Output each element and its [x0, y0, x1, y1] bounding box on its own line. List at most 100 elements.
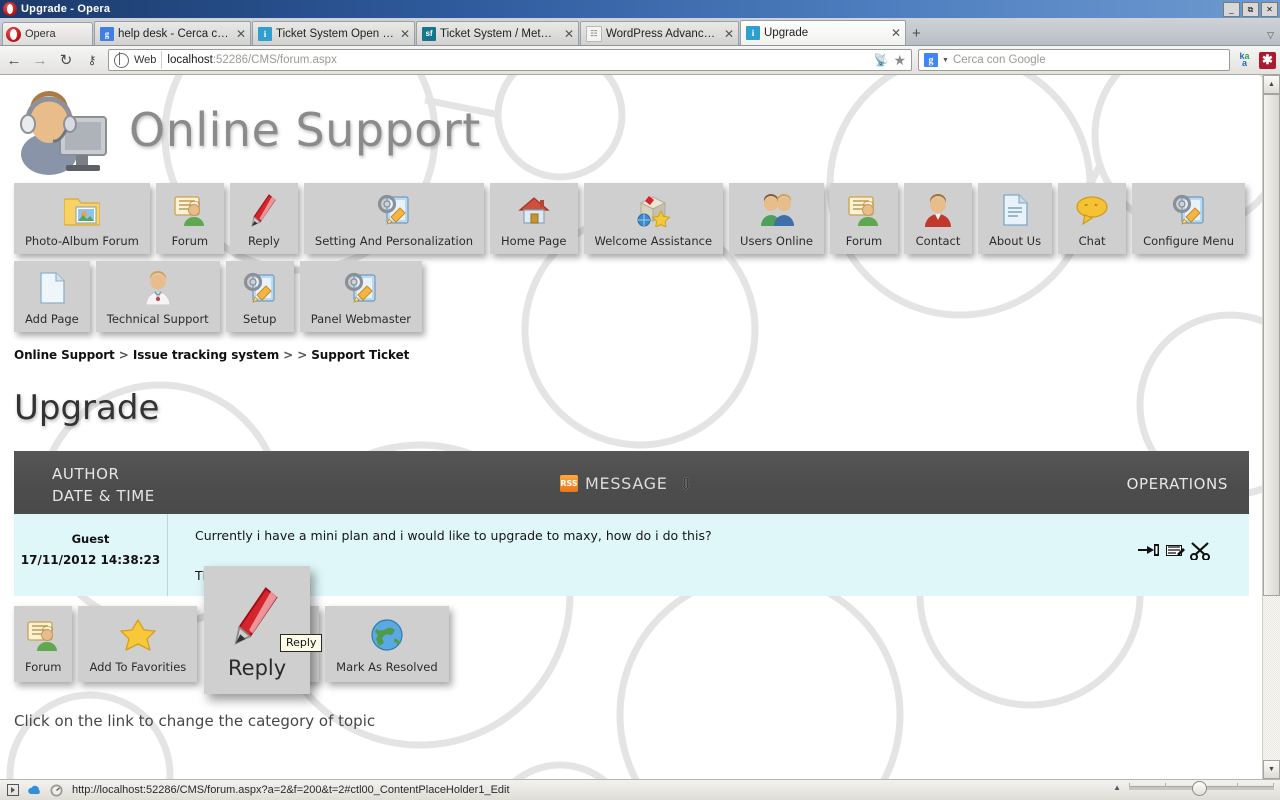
- menu-item-about-us[interactable]: About Us: [978, 183, 1053, 254]
- url-host: localhost: [167, 54, 213, 66]
- menu-item-forum-2[interactable]: Forum: [830, 183, 898, 254]
- edit-post-icon[interactable]: [1165, 542, 1185, 563]
- menu-item-technical-support[interactable]: Technical Support: [95, 261, 220, 332]
- tab-ticket-system-metadata[interactable]: sf Ticket System / Metadata ✕: [416, 21, 579, 45]
- divider: [161, 51, 163, 69]
- breadcrumb-item-1[interactable]: Issue tracking system: [133, 348, 279, 362]
- tab-label: Ticket System / Metadata: [440, 27, 558, 40]
- speech-bubble-icon: “ ”: [1075, 191, 1109, 229]
- search-input[interactable]: Cerca con Google: [953, 54, 1046, 66]
- page-title: Online Support: [129, 103, 481, 157]
- tab-label: WordPress Advanced Tic...: [606, 27, 718, 40]
- action-button-add-to-favorities[interactable]: Add To Favorities: [78, 606, 198, 682]
- close-icon[interactable]: ✕: [724, 27, 734, 41]
- menu-item-chat[interactable]: “ ” Chat: [1058, 183, 1127, 254]
- svg-text:“: “: [1084, 203, 1088, 212]
- opera-menu-button[interactable]: Opera: [2, 22, 93, 45]
- opera-link-icon[interactable]: [28, 784, 41, 797]
- scroll-up-button[interactable]: ▲: [1263, 75, 1280, 94]
- search-box[interactable]: g ▼ Cerca con Google: [918, 49, 1230, 71]
- house-icon: [517, 191, 551, 229]
- url-path: :52286/CMS/forum.aspx: [212, 54, 337, 66]
- forum-person-icon: [847, 191, 881, 229]
- restore-button[interactable]: ⧉: [1242, 2, 1259, 17]
- opera-logo-icon: [6, 26, 21, 42]
- breadcrumb-separator: >: [297, 348, 308, 362]
- back-icon[interactable]: ←: [4, 52, 24, 69]
- breadcrumb: Online Support > Issue tracking system >…: [14, 348, 1249, 362]
- menu-item-contact[interactable]: Contact: [904, 183, 972, 254]
- scrollbar-thumb[interactable]: [1263, 94, 1280, 596]
- menu-item-setup[interactable]: Setup: [225, 261, 294, 332]
- key-icon[interactable]: ⚷: [82, 53, 102, 67]
- opera-browser-window: Upgrade - Opera _ ⧉ ✕ Opera g help desk …: [0, 0, 1280, 800]
- main-menu: Photo-Album Forum Forum Reply Setting An…: [14, 183, 1249, 332]
- menu-item-photo-album-forum[interactable]: Photo-Album Forum: [14, 183, 150, 254]
- settings-brush-icon: [377, 191, 411, 229]
- breadcrumb-separator: >: [283, 348, 294, 362]
- star-icon[interactable]: ★: [893, 52, 906, 69]
- rss-icon[interactable]: 📡: [873, 53, 888, 67]
- menu-item-setting-and-personalization[interactable]: Setting And Personalization: [303, 183, 485, 254]
- forum-person-icon: [173, 191, 207, 229]
- tab-help-desk[interactable]: g help desk - Cerca con Go... ✕: [94, 21, 251, 45]
- scissors-icon[interactable]: [1190, 542, 1210, 565]
- action-button-reply[interactable]: Reply: [204, 566, 311, 694]
- close-button[interactable]: ✕: [1261, 2, 1278, 17]
- zoom-slider-track[interactable]: [1129, 780, 1274, 796]
- pointing-hand-icon[interactable]: [1138, 542, 1160, 563]
- page-viewport: Online Support Photo-Album Forum Forum R…: [0, 75, 1280, 779]
- red-pen-icon: [230, 584, 284, 646]
- speed-dial-icon[interactable]: [50, 784, 63, 797]
- tab-upgrade[interactable]: i Upgrade ✕: [740, 20, 906, 45]
- breadcrumb-item-0[interactable]: Online Support: [14, 348, 115, 362]
- minimize-button[interactable]: _: [1223, 2, 1240, 17]
- page-scrollbar-vertical[interactable]: ▲ ▼: [1262, 75, 1280, 779]
- forward-icon[interactable]: →: [30, 52, 50, 69]
- scrollbar-track[interactable]: [1263, 94, 1280, 760]
- new-tab-button[interactable]: +: [912, 25, 921, 42]
- menu-item-configure-menu[interactable]: Configure Menu: [1132, 183, 1246, 254]
- welcome-box-icon: [635, 191, 671, 229]
- zoom-up-icon[interactable]: ▲: [1113, 783, 1121, 792]
- rss-icon[interactable]: RSS: [560, 475, 578, 492]
- breadcrumb-item-3[interactable]: Support Ticket: [311, 348, 409, 362]
- adblock-icon[interactable]: ✱: [1259, 51, 1276, 69]
- close-icon[interactable]: ✕: [236, 27, 246, 41]
- menu-item-welcome-assistance[interactable]: Welcome Assistance: [583, 183, 724, 254]
- action-button-mark-as-resolved[interactable]: Mark As Resolved: [325, 606, 449, 682]
- window-titlebar: Upgrade - Opera _ ⧉ ✕: [0, 0, 1280, 18]
- web-globe-icon: [114, 52, 129, 68]
- menu-item-home-page[interactable]: Home Page: [490, 183, 578, 254]
- menu-item-label: Photo-Album Forum: [25, 234, 139, 248]
- address-bar[interactable]: Web localhost:52286/CMS/forum.aspx 📡 ★: [108, 49, 912, 71]
- zoom-slider-thumb[interactable]: [1192, 780, 1207, 796]
- menu-item-label: Welcome Assistance: [594, 234, 713, 248]
- scroll-down-button[interactable]: ▼: [1263, 760, 1280, 779]
- post-body-line: Thanks!: [195, 566, 1099, 586]
- action-button-forum[interactable]: Forum: [14, 606, 73, 682]
- sort-descending-icon[interactable]: ⇩: [680, 475, 693, 493]
- panel-toggle-icon[interactable]: [6, 784, 19, 797]
- tab-ticket-system-open-source[interactable]: i Ticket System Open Source ✕: [252, 21, 415, 45]
- close-icon[interactable]: ✕: [891, 26, 901, 40]
- menu-item-reply[interactable]: Reply: [229, 183, 298, 254]
- chevron-down-icon[interactable]: ▼: [942, 57, 949, 64]
- tab-wordpress-advanced-ticket[interactable]: ☷ WordPress Advanced Tic... ✕: [580, 21, 739, 45]
- action-button-label: Forum: [25, 660, 62, 674]
- menu-item-forum[interactable]: Forum: [155, 183, 224, 254]
- menu-item-add-page[interactable]: Add Page: [14, 261, 90, 332]
- menu-item-panel-webmaster[interactable]: Panel Webmaster: [299, 261, 423, 332]
- address-input[interactable]: localhost:52286/CMS/forum.aspx: [167, 54, 868, 66]
- menu-item-users-online[interactable]: Users Online: [729, 183, 824, 254]
- zoom-control[interactable]: ▲: [1113, 780, 1274, 796]
- chevron-down-icon[interactable]: ▽: [1267, 30, 1274, 41]
- info-favicon-icon: i: [746, 26, 760, 40]
- close-icon[interactable]: ✕: [400, 27, 410, 41]
- menu-item-label: Setup: [242, 312, 277, 326]
- close-icon[interactable]: ✕: [564, 27, 574, 41]
- column-header-operations: OPERATIONS: [1126, 475, 1228, 493]
- info-favicon-icon: i: [258, 26, 272, 41]
- reload-icon[interactable]: ↻: [56, 51, 76, 69]
- translate-icon[interactable]: ka a: [1236, 51, 1253, 68]
